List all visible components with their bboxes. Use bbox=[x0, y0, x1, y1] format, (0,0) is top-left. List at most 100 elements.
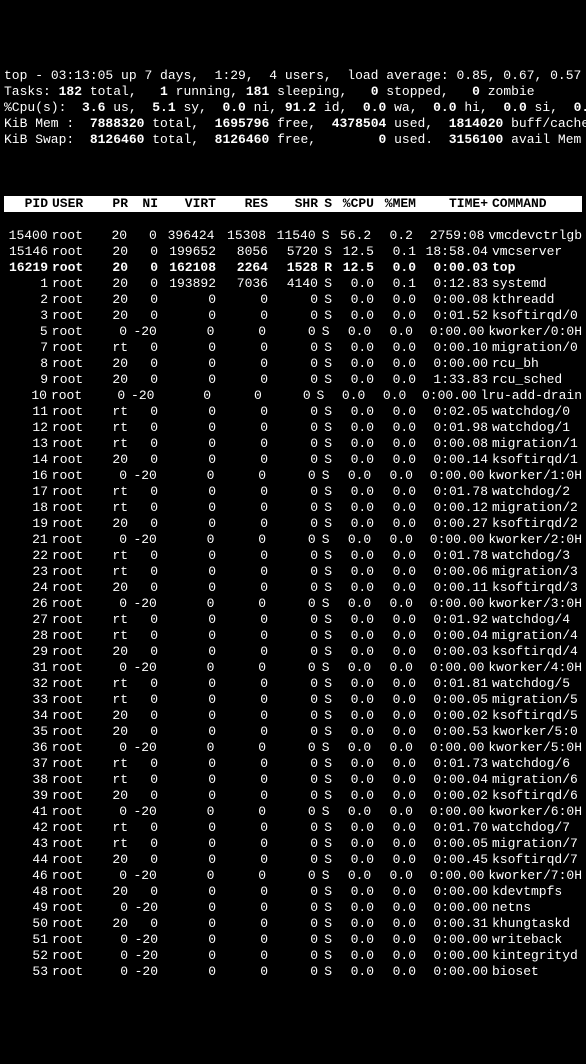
hdr-pid[interactable]: PID bbox=[4, 196, 48, 212]
cell-cpu: 0.0 bbox=[332, 404, 374, 420]
table-row[interactable]: 24root200000S0.00.00:00.11ksoftirqd/3 bbox=[4, 580, 582, 596]
table-row[interactable]: 7rootrt0000S0.00.00:00.10migration/0 bbox=[4, 340, 582, 356]
cell-s: S bbox=[311, 388, 325, 404]
hdr-pr[interactable]: PR bbox=[98, 196, 128, 212]
table-row[interactable]: 21root0-20000S0.00.00:00.00kworker/2:0H bbox=[4, 532, 582, 548]
cell-cmd: ksoftirqd/6 bbox=[488, 788, 582, 804]
cell-pr: rt bbox=[98, 692, 128, 708]
top-summary: top - 03:13:05 up 7 days, 1:29, 4 users,… bbox=[4, 68, 582, 148]
cell-pr: rt bbox=[98, 340, 128, 356]
cell-s: S bbox=[318, 916, 332, 932]
hdr-ni[interactable]: NI bbox=[128, 196, 158, 212]
table-row[interactable]: 53root0-20000S0.00.00:00.00bioset bbox=[4, 964, 582, 980]
table-row[interactable]: 10root0-20000S0.00.00:00.00lru-add-drain bbox=[4, 388, 582, 404]
table-row[interactable]: 27rootrt0000S0.00.00:01.92watchdog/4 bbox=[4, 612, 582, 628]
cell-shr: 0 bbox=[266, 868, 316, 884]
cell-user: root bbox=[48, 804, 98, 820]
table-row[interactable]: 12rootrt0000S0.00.00:01.98watchdog/1 bbox=[4, 420, 582, 436]
cell-cpu: 0.0 bbox=[330, 804, 372, 820]
cell-pid: 34 bbox=[4, 708, 48, 724]
table-row[interactable]: 41root0-20000S0.00.00:00.00kworker/6:0H bbox=[4, 804, 582, 820]
table-row[interactable]: 26root0-20000S0.00.00:00.00kworker/3:0H bbox=[4, 596, 582, 612]
table-row[interactable]: 1root20019389270364140S0.00.10:12.83syst… bbox=[4, 276, 582, 292]
process-list[interactable]: 15400root2003964241530811540S56.20.22759… bbox=[4, 228, 582, 980]
table-row[interactable]: 38rootrt0000S0.00.00:00.04migration/6 bbox=[4, 772, 582, 788]
table-row[interactable]: 2root200000S0.00.00:00.08kthreadd bbox=[4, 292, 582, 308]
hdr-virt[interactable]: VIRT bbox=[158, 196, 216, 212]
hdr-command[interactable]: COMMAND bbox=[488, 196, 582, 212]
cell-shr: 0 bbox=[268, 612, 318, 628]
cell-ni: 0 bbox=[128, 612, 158, 628]
table-row[interactable]: 43rootrt0000S0.00.00:00.05migration/7 bbox=[4, 836, 582, 852]
cell-res: 0 bbox=[216, 452, 268, 468]
table-row[interactable]: 36root0-20000S0.00.00:00.00kworker/5:0H bbox=[4, 740, 582, 756]
table-row[interactable]: 11rootrt0000S0.00.00:02.05watchdog/0 bbox=[4, 404, 582, 420]
hdr-s[interactable]: S bbox=[318, 196, 332, 212]
hdr-user[interactable]: USER bbox=[48, 196, 98, 212]
table-row[interactable]: 3root200000S0.00.00:01.52ksoftirqd/0 bbox=[4, 308, 582, 324]
cell-ni: 0 bbox=[128, 500, 158, 516]
table-row[interactable]: 14root200000S0.00.00:00.14ksoftirqd/1 bbox=[4, 452, 582, 468]
cell-pid: 44 bbox=[4, 852, 48, 868]
cell-ni: 0 bbox=[128, 260, 158, 276]
table-row[interactable]: 44root200000S0.00.00:00.45ksoftirqd/7 bbox=[4, 852, 582, 868]
column-headers[interactable]: PIDUSERPRNIVIRTRESSHRS%CPU%MEMTIME+COMMA… bbox=[4, 196, 582, 212]
table-row[interactable]: 16219root20016210822641528R12.50.00:00.0… bbox=[4, 260, 582, 276]
table-row[interactable]: 49root0-20000S0.00.00:00.00netns bbox=[4, 900, 582, 916]
table-row[interactable]: 42rootrt0000S0.00.00:01.70watchdog/7 bbox=[4, 820, 582, 836]
cell-cpu: 0.0 bbox=[332, 580, 374, 596]
table-row[interactable]: 9root200000S0.00.01:33.83rcu_sched bbox=[4, 372, 582, 388]
cell-pr: rt bbox=[98, 404, 128, 420]
table-row[interactable]: 28rootrt0000S0.00.00:00.04migration/4 bbox=[4, 628, 582, 644]
table-row[interactable]: 15146root20019965280565720S12.50.118:58.… bbox=[4, 244, 582, 260]
table-row[interactable]: 33rootrt0000S0.00.00:00.05migration/5 bbox=[4, 692, 582, 708]
table-row[interactable]: 34root200000S0.00.00:00.02ksoftirqd/5 bbox=[4, 708, 582, 724]
table-row[interactable]: 31root0-20000S0.00.00:00.00kworker/4:0H bbox=[4, 660, 582, 676]
swap-line: KiB Swap: 8126460 total, 8126460 free, 0… bbox=[4, 132, 586, 147]
table-row[interactable]: 13rootrt0000S0.00.00:00.08migration/1 bbox=[4, 436, 582, 452]
cell-shr: 0 bbox=[268, 772, 318, 788]
table-row[interactable]: 35root200000S0.00.00:00.53kworker/5:0 bbox=[4, 724, 582, 740]
cell-shr: 0 bbox=[268, 404, 318, 420]
table-row[interactable]: 22rootrt0000S0.00.00:01.78watchdog/3 bbox=[4, 548, 582, 564]
cell-user: root bbox=[48, 676, 98, 692]
table-row[interactable]: 19root200000S0.00.00:00.27ksoftirqd/2 bbox=[4, 516, 582, 532]
table-row[interactable]: 52root0-20000S0.00.00:00.00kintegrityd bbox=[4, 948, 582, 964]
cell-ni: -20 bbox=[127, 532, 157, 548]
cell-pr: 20 bbox=[98, 244, 128, 260]
cell-mem: 0.0 bbox=[374, 500, 416, 516]
table-row[interactable]: 8root200000S0.00.00:00.00rcu_bh bbox=[4, 356, 582, 372]
cell-res: 0 bbox=[216, 548, 268, 564]
cell-time: 0:00.00 bbox=[406, 388, 476, 404]
table-row[interactable]: 39root200000S0.00.00:00.02ksoftirqd/6 bbox=[4, 788, 582, 804]
cell-cpu: 0.0 bbox=[330, 324, 372, 340]
cell-pid: 49 bbox=[4, 900, 48, 916]
table-row[interactable]: 15400root2003964241530811540S56.20.22759… bbox=[4, 228, 582, 244]
table-row[interactable]: 29root200000S0.00.00:00.03ksoftirqd/4 bbox=[4, 644, 582, 660]
cell-res: 0 bbox=[214, 868, 266, 884]
cell-s: S bbox=[318, 852, 332, 868]
cell-user: root bbox=[47, 388, 96, 404]
cell-s: S bbox=[318, 436, 332, 452]
cell-ni: -20 bbox=[128, 932, 158, 948]
table-row[interactable]: 18rootrt0000S0.00.00:00.12migration/2 bbox=[4, 500, 582, 516]
cell-time: 0:00.03 bbox=[416, 644, 488, 660]
hdr-res[interactable]: RES bbox=[216, 196, 268, 212]
hdr-cpu[interactable]: %CPU bbox=[332, 196, 374, 212]
table-row[interactable]: 23rootrt0000S0.00.00:00.06migration/3 bbox=[4, 564, 582, 580]
table-row[interactable]: 50root200000S0.00.00:00.31khungtaskd bbox=[4, 916, 582, 932]
hdr-shr[interactable]: SHR bbox=[268, 196, 318, 212]
table-row[interactable]: 5root0-20000S0.00.00:00.00kworker/0:0H bbox=[4, 324, 582, 340]
table-row[interactable]: 48root200000S0.00.00:00.00kdevtmpfs bbox=[4, 884, 582, 900]
table-row[interactable]: 46root0-20000S0.00.00:00.00kworker/7:0H bbox=[4, 868, 582, 884]
table-row[interactable]: 32rootrt0000S0.00.00:01.81watchdog/5 bbox=[4, 676, 582, 692]
cell-ni: -20 bbox=[127, 468, 157, 484]
table-row[interactable]: 17rootrt0000S0.00.00:01.78watchdog/2 bbox=[4, 484, 582, 500]
table-row[interactable]: 51root0-20000S0.00.00:00.00writeback bbox=[4, 932, 582, 948]
table-row[interactable]: 37rootrt0000S0.00.00:01.73watchdog/6 bbox=[4, 756, 582, 772]
hdr-time[interactable]: TIME+ bbox=[416, 196, 488, 212]
table-row[interactable]: 16root0-20000S0.00.00:00.00kworker/1:0H bbox=[4, 468, 582, 484]
cell-pr: rt bbox=[98, 756, 128, 772]
cell-virt: 0 bbox=[158, 548, 216, 564]
hdr-mem[interactable]: %MEM bbox=[374, 196, 416, 212]
